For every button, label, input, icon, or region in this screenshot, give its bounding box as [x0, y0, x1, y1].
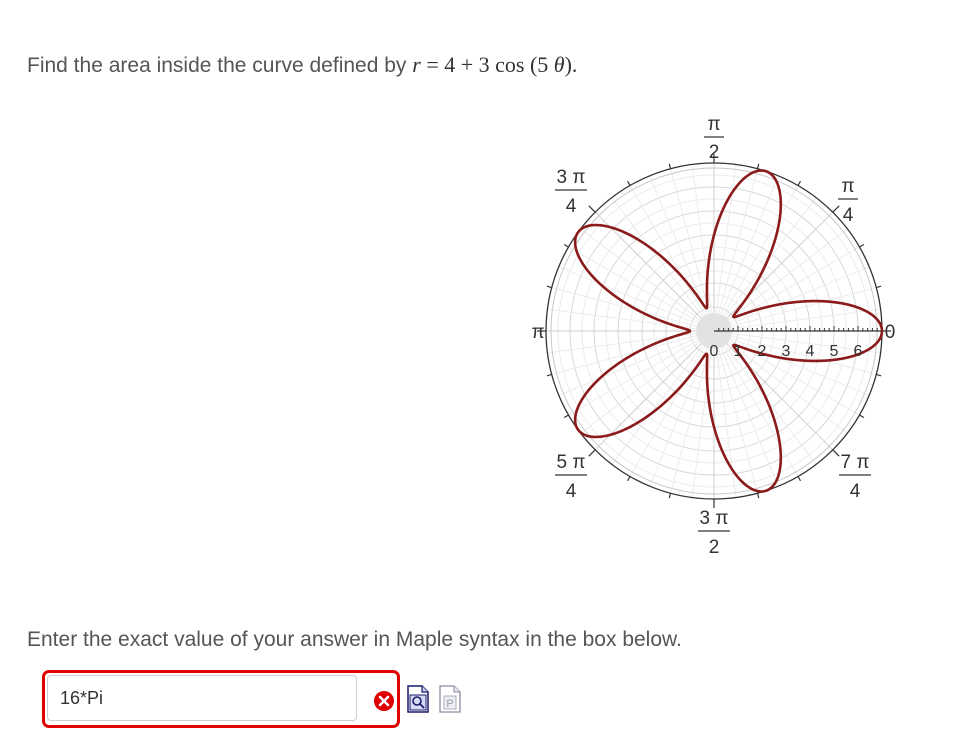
svg-text:P: P: [446, 698, 453, 710]
angle-label-3pi-over-4: 3 π 4: [555, 167, 587, 217]
question-text: Find the area inside the curve defined b…: [27, 52, 577, 78]
angle-label-pi-over-4: π 4: [838, 176, 858, 226]
equation: r = 4 + 3 cos (5 θ).: [412, 52, 577, 77]
equation-theta: θ: [553, 52, 565, 77]
svg-text:4: 4: [843, 205, 854, 226]
angle-label-5pi-over-4: 5 π 4: [555, 452, 587, 502]
radial-tick-label: 3: [782, 343, 791, 360]
question-prefix: Find the area inside the curve defined b…: [27, 54, 413, 77]
radial-tick-label: 0: [710, 343, 719, 360]
svg-text:3 π: 3 π: [700, 508, 729, 529]
angle-label-pi-over-2: π 2: [704, 114, 724, 163]
equation-body: = 4 + 3 cos (5: [420, 52, 554, 77]
angle-label-7pi-over-4: 7 π 4: [839, 452, 871, 502]
radial-tick-label: 4: [806, 343, 815, 360]
x-circle-icon: [374, 691, 394, 711]
equation-close: ).: [564, 52, 578, 77]
answer-input[interactable]: [47, 675, 357, 721]
angle-label-pi: π: [531, 322, 544, 343]
svg-text:7 π: 7 π: [841, 452, 870, 473]
radial-tick-label: 2: [758, 343, 767, 360]
svg-text:π: π: [841, 176, 854, 197]
preview-icon[interactable]: [406, 684, 430, 714]
svg-text:4: 4: [850, 481, 861, 502]
equation-r: r: [412, 52, 421, 77]
instruction-text: Enter the exact value of your answer in …: [27, 628, 682, 651]
svg-text:π: π: [707, 114, 720, 135]
svg-text:2: 2: [709, 537, 720, 558]
radial-tick-label: 6: [854, 343, 863, 360]
angle-label-3pi-over-2: 3 π 2: [698, 508, 730, 558]
svg-text:5 π: 5 π: [557, 452, 586, 473]
maple-syntax-icon[interactable]: P: [438, 684, 462, 714]
polar-plot: 0123456 π 2 π 4 3 π 4 π 0 5 π 4 3 π 2 7 …: [531, 114, 896, 558]
angle-label-zero: 0: [885, 322, 896, 343]
svg-text:4: 4: [566, 196, 577, 217]
svg-text:2: 2: [709, 142, 720, 163]
radial-tick-label: 5: [830, 343, 839, 360]
radial-tick-label: 1: [734, 343, 743, 360]
svg-text:4: 4: [566, 481, 577, 502]
radial-axis: 0123456: [710, 326, 882, 360]
svg-text:3 π: 3 π: [557, 167, 586, 188]
